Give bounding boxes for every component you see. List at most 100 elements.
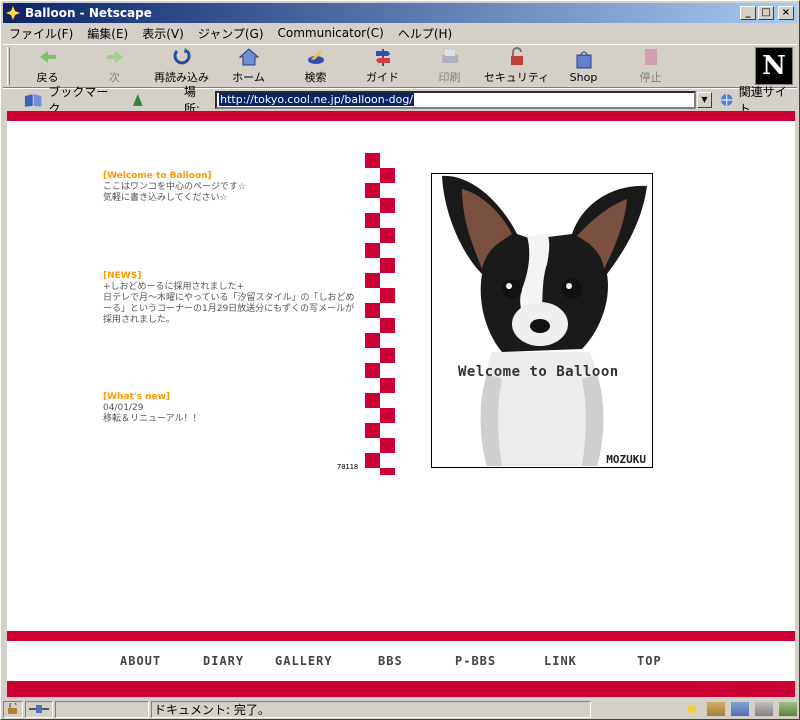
newsgroup-component-icon[interactable] — [731, 702, 749, 716]
bookmarks-book-icon — [24, 93, 42, 107]
address-book-component-icon[interactable] — [779, 702, 797, 716]
news-section: [NEWS] +しおどめーるに採用されました+ 日テレで月～木曜にやっている「汐… — [103, 271, 355, 326]
search-icon — [307, 51, 324, 64]
forward-button[interactable]: 次 — [81, 46, 148, 86]
guide-button[interactable]: ガイド — [349, 46, 416, 86]
whatsnew-heading: [What's new] — [103, 392, 171, 402]
checker-square — [380, 438, 395, 453]
nav-gallery-link[interactable]: GALLERY — [275, 654, 333, 668]
status-bar: ドキュメント: 完了。 — [3, 699, 797, 719]
location-bar: ブックマーク 場所: http://tokyo.cool.ne.jp/ballo… — [3, 85, 797, 116]
forward-arrow-icon — [106, 51, 123, 63]
checker-square — [365, 363, 380, 378]
whatsnew-section: [What's new] 04/01/29 移転＆リニューアル！！ — [103, 392, 202, 425]
checker-square — [365, 393, 380, 408]
url-input[interactable]: http://tokyo.cool.ne.jp/balloon-dog/ — [215, 90, 696, 109]
menu-edit[interactable]: 編集(E) — [87, 25, 128, 42]
reload-button[interactable]: 再読み込み — [148, 46, 215, 86]
checker-square — [380, 318, 395, 333]
page-proxy-icon[interactable] — [130, 92, 146, 108]
printer-icon — [441, 50, 458, 63]
reload-icon — [173, 48, 190, 65]
nav-diary-link[interactable]: DIARY — [203, 654, 244, 668]
checker-square — [380, 168, 395, 183]
url-text: http://tokyo.cool.ne.jp/balloon-dog/ — [219, 93, 415, 106]
news-line-3: ーる」というコーナーの1月29日放送分にもずくの写メールが — [103, 304, 355, 314]
photo-dog-name: MOZUKU — [606, 453, 646, 466]
browser-window: Balloon - Netscape _ □ × ファイル(F) 編集(E) 表… — [0, 0, 800, 720]
whatsnew-line-1: 移転＆リニューアル！！ — [103, 414, 202, 424]
access-counter: 70118 — [337, 463, 359, 471]
shop-label: Shop — [569, 70, 598, 84]
security-status-icon[interactable] — [3, 700, 23, 718]
news-heading: [NEWS] — [103, 271, 142, 281]
news-line-1: +しおどめーるに採用されました+ — [103, 282, 245, 292]
menu-help[interactable]: ヘルプ(H) — [398, 25, 452, 42]
menu-communicator[interactable]: Communicator(C) — [278, 26, 384, 40]
checker-square — [365, 153, 380, 168]
maximize-button[interactable]: □ — [758, 6, 774, 20]
search-button[interactable]: 検索 — [282, 46, 349, 86]
checker-square — [365, 303, 380, 318]
nav-pbbs-link[interactable]: P-BBS — [455, 654, 496, 668]
progress-bar — [55, 700, 149, 718]
whatsnew-date: 04/01/29 — [103, 403, 144, 413]
menu-view[interactable]: 表示(V) — [142, 25, 184, 42]
component-bar — [677, 702, 797, 716]
checker-square — [365, 243, 380, 258]
checker-square — [380, 258, 395, 273]
netscape-app-icon — [5, 5, 21, 21]
checker-square — [365, 183, 380, 198]
print-button[interactable]: 印刷 — [416, 46, 483, 86]
news-line-2: 日テレで月～木曜にやっている「汐留スタイル」の「しおどめ — [103, 293, 355, 303]
menu-file[interactable]: ファイル(F) — [9, 25, 73, 42]
window-title: Balloon - Netscape — [25, 6, 152, 20]
url-dropdown-button[interactable]: ▼ — [696, 91, 713, 108]
checker-square — [380, 408, 395, 423]
menu-go[interactable]: ジャンプ(G) — [198, 25, 264, 42]
checker-square — [380, 468, 395, 475]
security-button[interactable]: セキュリティ — [483, 46, 550, 86]
checker-square — [380, 288, 395, 303]
back-arrow-icon — [39, 51, 56, 63]
checker-square — [380, 348, 395, 363]
back-button[interactable]: 戻る — [14, 46, 81, 86]
netscape-logo[interactable]: N — [755, 47, 793, 85]
home-button[interactable]: ホーム — [215, 46, 282, 86]
related-globe-icon — [721, 93, 733, 106]
shop-button[interactable]: Shop — [550, 46, 617, 86]
nav-top-link[interactable]: TOP — [637, 654, 662, 668]
guide-signpost-icon — [375, 49, 390, 66]
navigation-toolbar: 戻る 次 再読み込み ホーム 検索 ガイド 印刷 セキュリティ Shop 停止 … — [3, 44, 797, 88]
navigator-component-icon[interactable] — [683, 702, 701, 716]
menu-bar: ファイル(F) 編集(E) 表示(V) ジャンプ(G) Communicator… — [3, 23, 797, 43]
nav-link-link[interactable]: LINK — [544, 654, 577, 668]
home-icon — [238, 48, 259, 66]
welcome-line-2: 気軽に書き込みしてください☆ — [103, 193, 228, 203]
nav-top-red-band — [7, 631, 795, 641]
checker-square — [365, 273, 380, 288]
title-bar: Balloon - Netscape _ □ × — [3, 3, 797, 23]
dog-photo: Welcome to Balloon MOZUKU — [431, 173, 653, 468]
close-button[interactable]: × — [778, 6, 794, 20]
toolbar-grip[interactable] — [7, 47, 10, 85]
nav-bbs-link[interactable]: BBS — [378, 654, 403, 668]
photo-welcome-caption: Welcome to Balloon — [458, 364, 619, 380]
mail-component-icon[interactable] — [707, 702, 725, 716]
top-red-band — [7, 111, 795, 121]
composer-component-icon[interactable] — [755, 702, 773, 716]
checker-square — [380, 198, 395, 213]
nav-about-link[interactable]: ABOUT — [120, 654, 161, 668]
web-page-content: [Welcome to Balloon] ここはワンコを中心のページです☆ 気軽… — [7, 111, 795, 697]
status-text: ドキュメント: 完了。 — [151, 700, 591, 718]
stop-button[interactable]: 停止 — [617, 46, 684, 86]
plug-icon — [29, 705, 49, 713]
search-label: 検索 — [304, 71, 327, 84]
minimize-button[interactable]: _ — [740, 6, 756, 20]
site-navigation: ABOUT DIARY GALLERY BBS P-BBS LINK TOP — [7, 641, 795, 681]
stop-icon — [644, 49, 657, 65]
checker-square — [380, 228, 395, 243]
home-label: ホーム — [232, 71, 265, 84]
checker-square — [380, 378, 395, 393]
shopping-bag-icon — [576, 51, 591, 68]
